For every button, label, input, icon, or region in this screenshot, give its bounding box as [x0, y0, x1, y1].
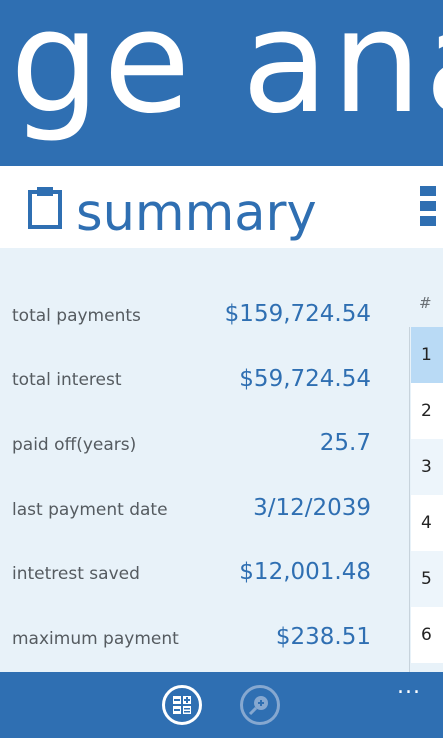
summary-label: paid off(years) — [12, 435, 137, 455]
table-row[interactable]: 3 — [411, 439, 443, 495]
summary-label: intetrest saved — [12, 564, 140, 584]
table-row[interactable]: 5 — [411, 551, 443, 607]
more-options-button[interactable]: ... — [397, 674, 421, 699]
summary-value: $12,001.48 — [239, 559, 371, 585]
summary-value: $238.51 — [275, 624, 371, 650]
zoom-in-icon — [248, 696, 268, 716]
summary-value: 3/12/2039 — [253, 495, 371, 521]
summary-value: $59,724.54 — [239, 366, 371, 392]
zoom-in-button[interactable] — [240, 685, 280, 725]
table-row[interactable]: 6 — [411, 607, 443, 663]
table-row[interactable]: 2 — [411, 383, 443, 439]
summary-label: total interest — [12, 370, 122, 390]
calculator-icon — [173, 696, 191, 714]
summary-value: 25.7 — [319, 430, 371, 456]
summary-label: maximum payment — [12, 629, 179, 649]
clipboard-icon — [28, 187, 62, 229]
summary-label: last payment date — [12, 500, 168, 520]
summary-value: $159,724.54 — [224, 301, 371, 327]
table-row[interactable]: 4 — [411, 495, 443, 551]
app-bar — [0, 672, 443, 738]
schedule-table: 1 2 3 4 5 6 — [409, 327, 443, 672]
panorama-title: ge ana — [10, 0, 443, 145]
section-title: summary — [76, 184, 317, 243]
table-row[interactable]: 1 — [411, 327, 443, 383]
panorama-header: ge ana — [0, 0, 443, 166]
schedule-column-header: # — [419, 294, 432, 312]
summary-label: total payments — [12, 306, 141, 326]
calculator-button[interactable] — [162, 685, 202, 725]
